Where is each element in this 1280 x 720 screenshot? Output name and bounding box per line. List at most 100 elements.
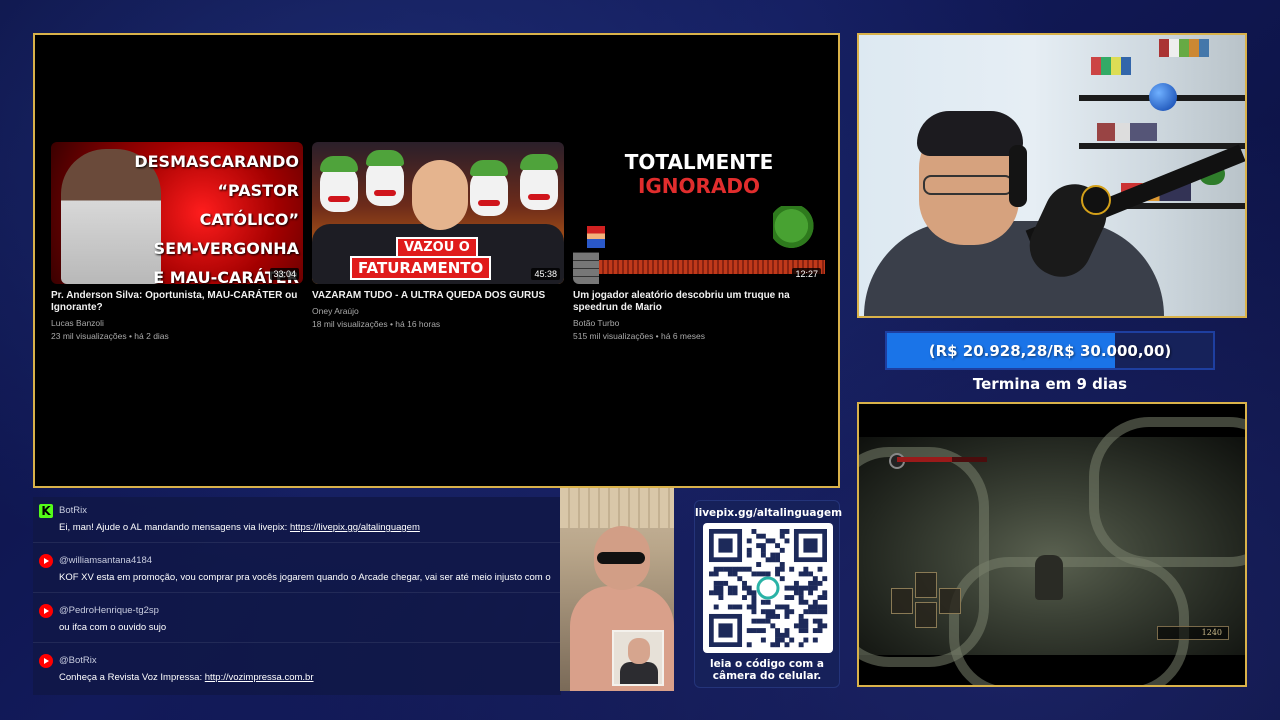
qr-module — [775, 543, 780, 549]
books — [1097, 123, 1157, 141]
joker-face — [366, 150, 404, 206]
qr-module — [803, 628, 809, 634]
chat-username: BotRix — [59, 505, 87, 516]
thumbnail-text: IGNORADO — [637, 174, 761, 198]
qr-module — [803, 538, 818, 553]
shelf — [1079, 143, 1245, 149]
qr-module — [808, 585, 814, 591]
thumbnail-badge: FATURAMENTO — [350, 256, 492, 280]
headset — [1009, 145, 1027, 207]
qr-module — [770, 623, 776, 629]
chat-link[interactable]: http://vozimpressa.com.br — [205, 672, 314, 683]
qr-module — [817, 623, 823, 629]
thumbnail-person — [412, 160, 468, 230]
logo-icon — [1081, 185, 1111, 215]
qr-module — [779, 562, 785, 567]
qr-module — [765, 609, 771, 615]
qr-module — [817, 618, 823, 624]
qr-module — [789, 637, 795, 643]
item-slot-right — [939, 588, 961, 614]
video-card[interactable]: VAZOU O FATURAMENTO 45:38 VAZARAM TUDO -… — [312, 142, 564, 329]
qr-module — [751, 604, 757, 610]
livepix-logo-icon — [756, 576, 780, 600]
qr-module — [770, 642, 776, 648]
qr-module — [812, 637, 818, 643]
video-title[interactable]: Um jogador aleatório descobriu um truque… — [573, 290, 825, 314]
chat-text: KOF XV esta em promoção, vou comprar pra… — [59, 572, 551, 583]
qr-module — [798, 618, 804, 624]
qr-module — [727, 566, 733, 572]
qr-module — [718, 595, 724, 600]
video-channel[interactable]: Lucas Banzoli — [51, 318, 303, 328]
video-channel[interactable]: Oney Araújo — [312, 306, 564, 316]
qr-module — [727, 604, 733, 610]
video-title[interactable]: VAZARAM TUDO - A ULTRA QUEDA DOS GURUS — [312, 290, 564, 302]
qr-module — [822, 590, 828, 596]
tree-root — [1089, 417, 1245, 567]
item-slot-top — [915, 572, 937, 598]
chat-link[interactable]: https://livepix.gg/altalinguagem — [290, 522, 420, 533]
video-title[interactable]: Pr. Anderson Silva: Oportunista, MAU-CAR… — [51, 290, 303, 314]
qr-module — [713, 590, 719, 596]
qr-module — [784, 538, 790, 544]
qr-module — [817, 580, 823, 586]
goal-deadline: Termina em 9 dias — [972, 375, 1128, 393]
youtube-icon — [39, 604, 53, 618]
qr-module — [765, 618, 771, 624]
qr-module — [793, 585, 799, 591]
qr-module — [803, 637, 809, 643]
video-meta: 18 mil visualizações • há 16 horas — [312, 319, 441, 329]
qr-module — [760, 637, 766, 643]
video-card[interactable]: DESMASCARANDO “PASTOR CATÓLICO” SEM-VERG… — [51, 142, 303, 341]
video-card[interactable]: TOTALMENTE IGNORADO 12:27 Um jogador ale… — [573, 142, 825, 341]
qr-module — [808, 580, 814, 586]
qr-module — [737, 566, 743, 572]
qr-module — [779, 637, 785, 643]
qr-module — [718, 623, 733, 638]
health-bar — [897, 457, 987, 462]
qr-module — [718, 585, 724, 591]
qr-module — [765, 538, 771, 544]
joker-face — [470, 160, 508, 216]
qr-module — [756, 628, 762, 634]
qr-module — [817, 609, 823, 615]
livepix-card: livepix.gg/altalinguagem leia o código c… — [694, 500, 842, 688]
qr-module — [713, 566, 719, 572]
qr-module — [723, 580, 729, 586]
qr-module — [803, 618, 809, 624]
qr-module — [742, 595, 747, 600]
qr-module — [751, 595, 757, 600]
video-channel[interactable]: Botão Turbo — [573, 318, 825, 328]
mario-sprite — [587, 226, 605, 248]
qr-module — [822, 595, 828, 600]
video-thumbnail[interactable]: VAZOU O FATURAMENTO 45:38 — [312, 142, 564, 284]
livepix-caption: leia o código com a câmera do celular. — [710, 658, 824, 682]
qr-module — [812, 604, 818, 610]
game-capture-panel: 1240 — [857, 402, 1247, 687]
chat-message: @PedroHenrique-tg2sp ou ifca com o ouvid… — [33, 597, 561, 643]
qr-module — [779, 547, 785, 553]
video-thumbnail[interactable]: DESMASCARANDO “PASTOR CATÓLICO” SEM-VERG… — [51, 142, 303, 284]
video-thumbnail[interactable]: TOTALMENTE IGNORADO 12:27 — [573, 142, 825, 284]
qr-module — [793, 623, 799, 629]
qr-module — [765, 557, 771, 563]
streamer-body — [864, 221, 1164, 316]
chat-message: K BotRix Ei, man! Ajude o AL mandando me… — [33, 497, 561, 543]
qr-module — [713, 585, 719, 591]
photo-face — [628, 638, 650, 664]
qr-module — [798, 628, 804, 634]
qr-module — [803, 609, 809, 615]
kick-icon: K — [39, 504, 53, 518]
qr-module — [760, 571, 766, 577]
qr-module — [746, 590, 752, 596]
qr-module — [779, 576, 785, 582]
qr-module — [803, 585, 809, 591]
video-duration: 12:27 — [792, 268, 821, 280]
qr-module — [760, 543, 766, 549]
qr-module — [751, 590, 757, 596]
chat-username: @PedroHenrique-tg2sp — [59, 605, 159, 616]
qr-module — [732, 566, 738, 572]
qr-module — [822, 609, 828, 615]
qr-module — [718, 538, 733, 553]
qr-module — [713, 580, 719, 586]
